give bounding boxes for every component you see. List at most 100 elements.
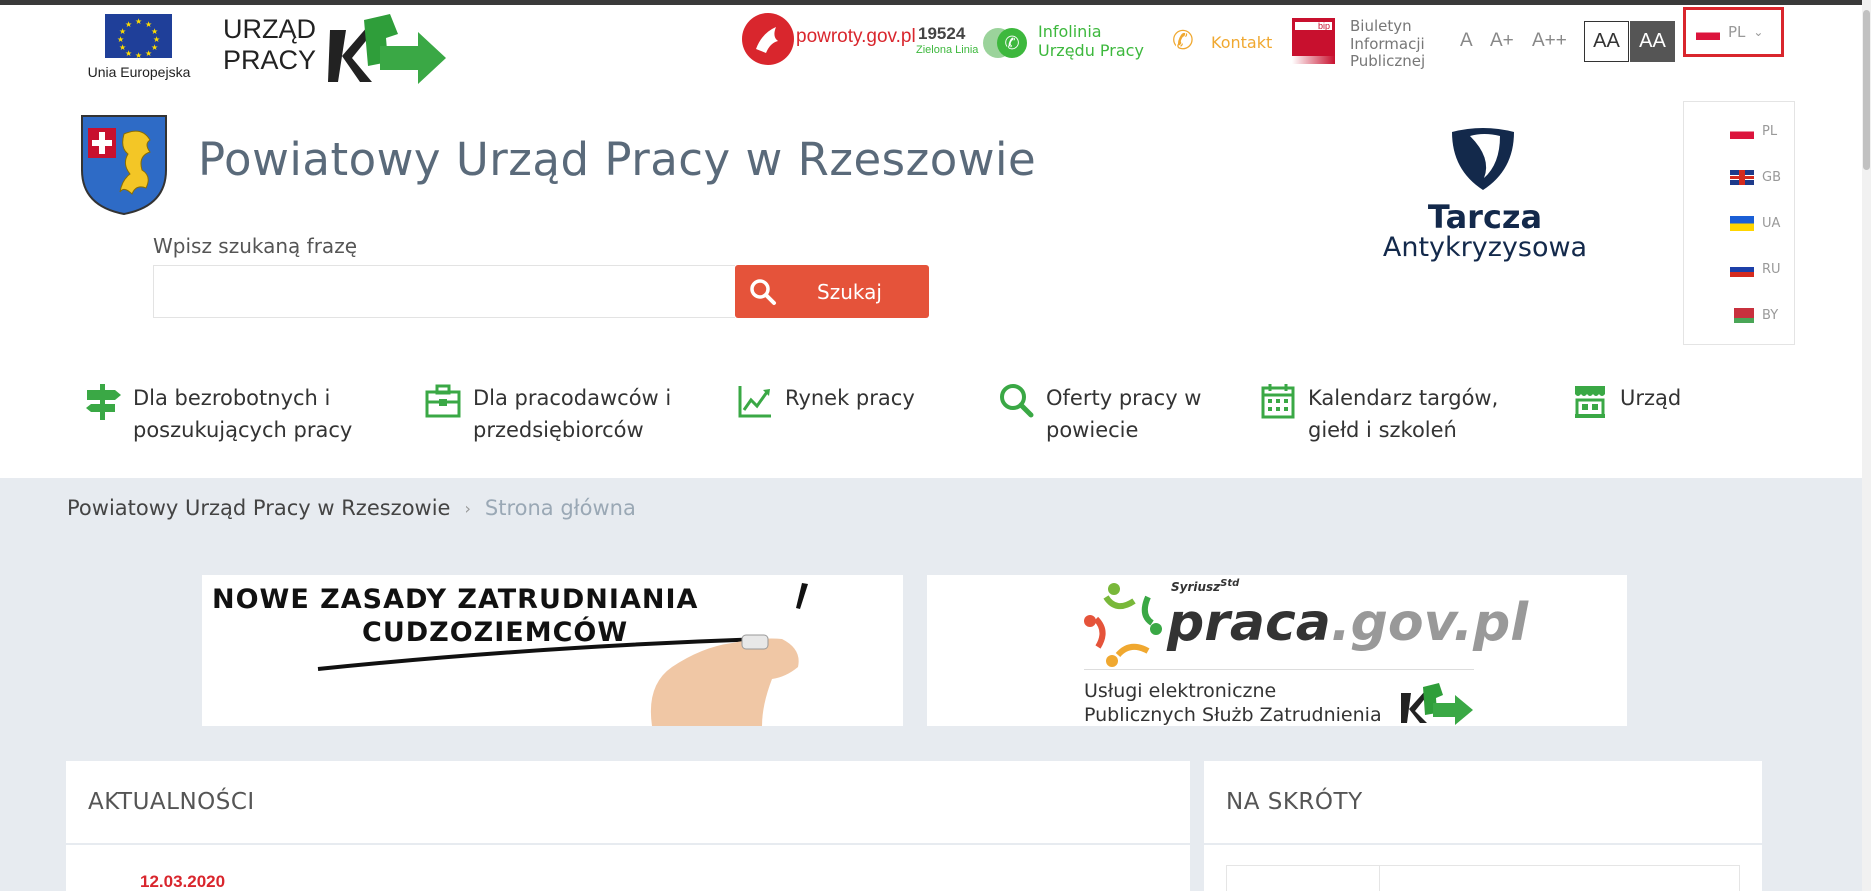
russia-flag-icon	[1730, 262, 1754, 277]
eu-flag-logo[interactable]: ★ ★ ★ ★ ★ ★ ★ ★ ★ ★ ★ ★	[105, 14, 172, 60]
bip-line1: Biuletyn	[1350, 17, 1412, 35]
nav-label-line2: giełd i szkoleń	[1308, 418, 1457, 442]
up-logo-line1: URZĄD	[223, 14, 316, 44]
search-input[interactable]	[153, 265, 735, 318]
kontakt-link[interactable]: Kontakt	[1211, 33, 1272, 52]
page-scrollbar[interactable]	[1862, 0, 1871, 891]
rzeszow-crest-icon[interactable]	[80, 114, 168, 216]
contrast-normal-button[interactable]: AA	[1584, 21, 1629, 62]
uk-flag-icon	[1730, 170, 1754, 185]
banner2-divider	[1084, 669, 1474, 670]
breadcrumb-current: Strona główna	[484, 496, 636, 520]
nav-label-line2: przedsiębiorców	[473, 418, 644, 442]
bip-line3: Publicznej	[1350, 52, 1426, 70]
up-logo-line2: PRACY	[223, 45, 317, 75]
nav-item-labor-market[interactable]: Rynek pracy	[737, 382, 915, 420]
nav-item-employers[interactable]: Dla pracodawców i przedsiębiorców	[425, 382, 671, 446]
nav-label-line1: Oferty pracy w	[1046, 386, 1202, 410]
praca-gov-wordmark: praca.gov.pl	[1167, 593, 1528, 653]
language-option-ru[interactable]: RU	[1730, 262, 1781, 277]
search-button-label: Szukaj	[817, 279, 882, 304]
eu-label: Unia Europejska	[87, 64, 191, 80]
banner2-sub1: Usługi elektroniczne	[1084, 680, 1277, 702]
nav-label-line1: Kalendarz targów,	[1308, 386, 1499, 410]
font-size-large-button[interactable]: A+	[1490, 30, 1514, 52]
tarcza-shield-icon[interactable]	[1448, 124, 1518, 194]
language-option-label: GB	[1762, 170, 1781, 185]
search-icon	[1000, 384, 1034, 418]
tarcza-subtitle[interactable]: Antykryzysowa	[1360, 232, 1610, 263]
poland-flag-icon	[1730, 124, 1754, 139]
nav-label-line1: Urząd	[1620, 386, 1682, 410]
language-option-by[interactable]: BY	[1730, 308, 1778, 323]
belarus-flag-icon	[1730, 308, 1754, 323]
language-select-value: PL	[1728, 23, 1746, 41]
infolinia-number: 19524	[918, 24, 966, 43]
shortcuts-grid	[1226, 865, 1740, 891]
urzad-pracy-arrow-logo[interactable]	[328, 12, 446, 86]
language-dropdown: PL GB UA RU BY	[1683, 101, 1795, 345]
praca-gov-star-logo	[1084, 583, 1162, 667]
praca-text: praca	[1167, 593, 1331, 653]
signpost-icon	[86, 384, 121, 420]
font-size-normal-button[interactable]: A	[1460, 30, 1473, 52]
gov-text: .gov.pl	[1330, 593, 1529, 653]
nav-item-office[interactable]: Urząd	[1572, 382, 1681, 420]
language-option-label: BY	[1762, 308, 1779, 323]
powroty-bird-icon[interactable]	[742, 13, 794, 65]
hand-with-marker-illustration	[317, 583, 808, 726]
banner-praca-gov[interactable]: SyriuszStd praca.gov.pl Usługi elektroni…	[927, 575, 1627, 726]
syriusz-text: Syriusz	[1171, 580, 1221, 594]
chevron-down-icon: ⌄	[1753, 25, 1764, 39]
briefcase-icon	[425, 384, 461, 418]
bip-line2: Informacji	[1350, 34, 1425, 53]
infolinia-sub: Zielona Linia	[916, 44, 979, 56]
urzad-pracy-logo-text[interactable]: URZĄD PRACY	[223, 14, 316, 76]
infolinia-link[interactable]: Infolinia Urzędu Pracy	[1038, 22, 1144, 60]
search-button[interactable]: Szukaj	[735, 265, 929, 318]
language-option-pl[interactable]: PL	[1730, 124, 1777, 139]
contrast-high-button[interactable]: AA	[1630, 21, 1675, 62]
urzad-pracy-mini-logo	[1401, 683, 1473, 725]
banner2-subtitle: Usługi elektroniczne Publicznych Służb Z…	[1084, 679, 1382, 726]
phone-handset-icon[interactable]: ✆	[1172, 26, 1194, 56]
language-select[interactable]: PL ⌄	[1683, 7, 1784, 57]
language-option-label: UA	[1762, 216, 1781, 231]
syriusz-std: Std	[1220, 578, 1240, 589]
infolinia-line2: Urzędu Pracy	[1038, 41, 1144, 60]
breadcrumb-home[interactable]: Powiatowy Urząd Pracy w Rzeszowie	[67, 496, 450, 520]
nav-item-job-offers[interactable]: Oferty pracy w powiecie	[998, 382, 1201, 446]
nav-item-unemployed[interactable]: Dla bezrobotnych i poszukujących pracy	[85, 382, 352, 446]
language-option-gb[interactable]: GB	[1730, 170, 1781, 185]
search-icon	[750, 278, 776, 305]
breadcrumb-separator-icon: ›	[464, 498, 471, 518]
scrollbar-thumb[interactable]	[1863, 10, 1870, 170]
site-title[interactable]: Powiatowy Urząd Pracy w Rzeszowie	[198, 133, 1036, 186]
search-label: Wpisz szukaną frazę	[153, 234, 357, 258]
bip-tag: bip	[1295, 22, 1332, 31]
syriusz-label: SyriuszStd	[1171, 578, 1239, 594]
news-date: 12.03.2020	[140, 872, 226, 891]
bip-link[interactable]: Biuletyn Informacji Publicznej	[1350, 17, 1426, 71]
chart-icon	[738, 386, 771, 418]
nav-label-line2: powiecie	[1046, 418, 1139, 442]
powroty-link[interactable]: powroty.gov.pl	[796, 26, 916, 48]
font-size-xlarge-button[interactable]: A++	[1532, 30, 1567, 52]
breadcrumb: Powiatowy Urząd Pracy w Rzeszowie › Stro…	[67, 496, 636, 520]
tarcza-title[interactable]: Tarcza	[1370, 198, 1600, 236]
shortcuts-divider	[1379, 866, 1380, 891]
news-panel-title: AKTUALNOŚCI	[66, 761, 1190, 845]
language-option-ua[interactable]: UA	[1730, 216, 1780, 231]
bip-icon[interactable]: bip	[1292, 18, 1335, 66]
nav-label-line1: Rynek pracy	[785, 386, 915, 410]
ukraine-flag-icon	[1730, 216, 1754, 231]
news-panel: AKTUALNOŚCI 12.03.2020	[66, 761, 1190, 891]
nav-label-line2: poszukujących pracy	[133, 418, 353, 442]
shortcuts-panel: NA SKRÓTY	[1204, 761, 1762, 891]
nav-item-calendar[interactable]: Kalendarz targów, giełd i szkoleń	[1260, 382, 1498, 446]
banner-foreigners-employment[interactable]: NOWE ZASADY ZATRUDNIANIA CUDZOZIEMCÓW	[202, 575, 903, 726]
poland-flag-icon	[1696, 24, 1720, 40]
nav-label-line1: Dla bezrobotnych i	[133, 386, 331, 410]
infolinia-line1: Infolinia	[1038, 22, 1102, 41]
phone-icon[interactable]: ✆	[983, 26, 1031, 60]
